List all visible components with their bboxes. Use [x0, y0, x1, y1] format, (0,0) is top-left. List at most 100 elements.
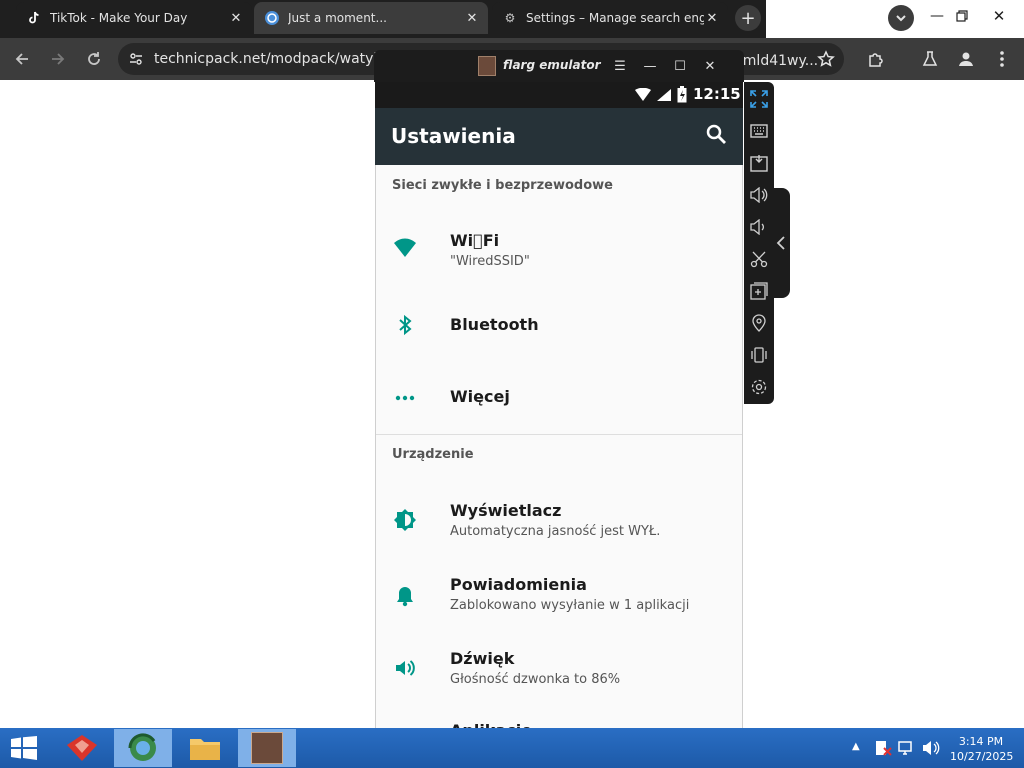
settings-item-display[interactable]: Wyświetlacz Automatyczna jasność jest WY… [376, 483, 742, 557]
store-icon [67, 735, 97, 761]
apk-icon [750, 155, 768, 172]
section-header-device: Urządzenie [392, 447, 474, 462]
settings-item-title: Wyświetlacz [450, 501, 562, 520]
keyboard-icon [750, 124, 768, 138]
gear-icon: ⚙ [504, 11, 516, 25]
settings-item-subtitle: Zablokowano wysyłanie w 1 aplikacji [450, 598, 690, 613]
start-button[interactable] [6, 729, 42, 767]
section-divider [376, 434, 742, 435]
extensions-button[interactable] [862, 45, 890, 73]
wifi-signal-icon [635, 88, 651, 101]
gear-icon [751, 379, 767, 395]
minimize-window-button[interactable]: — [928, 6, 946, 26]
minimize-icon: — [643, 58, 657, 74]
emulator-maximize-button[interactable]: ☐ [669, 56, 691, 76]
emulator-minimize-button[interactable]: — [639, 56, 661, 76]
hamburger-icon: ☰ [614, 58, 626, 74]
tab-tiktok[interactable]: TikTok - Make Your Day ✕ [16, 2, 252, 34]
settings-item-subtitle: Głośność dzwonka to 86% [450, 672, 621, 687]
profile-button[interactable] [952, 45, 980, 73]
volume-down-button[interactable] [748, 216, 770, 238]
wifi-icon [392, 235, 418, 261]
battery-icon [677, 86, 687, 103]
back-button[interactable] [8, 45, 36, 73]
site-info-icon[interactable] [128, 51, 144, 67]
close-window-button[interactable]: ✕ [990, 6, 1008, 26]
install-apk-button[interactable] [748, 152, 770, 174]
maximize-icon: ☐ [674, 58, 686, 74]
scissors-icon [750, 251, 768, 268]
settings-item-notifications[interactable]: Powiadomienia Zablokowano wysyłanie w 1 … [376, 559, 742, 633]
close-icon[interactable]: ✕ [464, 10, 480, 26]
flask-icon [922, 51, 938, 66]
emulator-close-button[interactable]: ✕ [699, 56, 721, 76]
tab-settings[interactable]: ⚙ Settings – Manage search engi ✕ [492, 2, 728, 34]
labs-button[interactable] [916, 45, 944, 73]
bookmark-button[interactable] [812, 45, 840, 73]
search-button[interactable] [705, 123, 731, 149]
tab-search-button[interactable] [888, 5, 914, 31]
tab-title: Just a moment... [288, 11, 387, 25]
volume-up-button[interactable] [748, 184, 770, 206]
new-tab-button[interactable]: + [735, 5, 761, 31]
menu-button[interactable] [988, 45, 1016, 73]
location-button[interactable] [748, 312, 770, 334]
taskbar-time: 3:14 PM [958, 735, 1004, 748]
chevron-left-icon [776, 236, 785, 250]
bluetooth-icon [392, 312, 418, 338]
location-pin-icon [752, 314, 766, 332]
emulator-settings-button[interactable] [748, 376, 770, 398]
avatar-icon [959, 52, 973, 66]
arrow-left-icon [15, 53, 28, 65]
close-icon[interactable]: ✕ [704, 10, 720, 26]
settings-item-bluetooth[interactable]: Bluetooth [376, 290, 742, 360]
action-center-icon[interactable] [874, 740, 892, 756]
star-icon [817, 50, 835, 67]
tray-overflow-button[interactable]: ▲ [852, 741, 860, 752]
tab-title: Settings – Manage search engi [526, 11, 704, 25]
vibrate-icon [751, 347, 767, 363]
settings-list[interactable]: Sieci zwykłe i bezprzewodowe Wi Fi "Wire… [375, 165, 743, 735]
section-header-wireless: Sieci zwykłe i bezprzewodowe [392, 178, 613, 193]
add-window-button[interactable] [748, 280, 770, 302]
keyboard-button[interactable] [748, 120, 770, 142]
close-icon: ✕ [704, 58, 716, 74]
reload-button[interactable] [80, 45, 108, 73]
taskbar-date: 10/27/2025 [950, 750, 1014, 763]
settings-item-wifi[interactable]: Wi Fi "WiredSSID" [376, 211, 742, 285]
tab-just-a-moment[interactable]: Just a moment... ✕ [254, 2, 488, 34]
add-box-icon [750, 282, 768, 300]
shake-button[interactable] [748, 344, 770, 366]
settings-item-sound[interactable]: Dźwięk Głośność dzwonka to 86% [376, 633, 742, 707]
restore-window-button[interactable] [953, 6, 971, 26]
status-time: 12:15 [693, 85, 741, 103]
side-toolbar-collapse-tab[interactable] [772, 188, 790, 298]
windows-logo-icon [11, 736, 37, 760]
settings-item-more[interactable]: Więcej [376, 363, 742, 433]
taskbar-emulator[interactable] [238, 729, 296, 767]
screenshot-button[interactable] [748, 248, 770, 270]
volume-icon [392, 655, 418, 681]
forward-button[interactable] [44, 45, 72, 73]
speaker-icon[interactable] [922, 740, 940, 756]
plus-icon: + [740, 7, 756, 29]
settings-item-subtitle: Automatyczna jasność jest WYŁ. [450, 524, 661, 539]
taskbar-file-explorer[interactable] [180, 729, 230, 767]
taskbar-clock[interactable]: 3:14 PM 10/27/2025 [950, 734, 1014, 764]
taskbar-app-store[interactable] [58, 729, 106, 767]
tiktok-icon [26, 10, 42, 26]
search-icon [706, 124, 726, 144]
emulator-app-icon [251, 732, 283, 764]
bell-icon [392, 583, 418, 609]
emulator-menu-button[interactable]: ☰ [609, 56, 631, 76]
network-icon[interactable] [898, 740, 916, 756]
more-vert-icon [1000, 51, 1004, 67]
emulator-name: flarg emulator [503, 58, 601, 72]
fullscreen-button[interactable] [748, 88, 770, 110]
close-icon[interactable]: ✕ [228, 10, 244, 26]
loading-icon [264, 10, 280, 26]
taskbar-browser[interactable] [114, 729, 172, 767]
settings-item-title: Wi Fi [450, 231, 500, 250]
settings-item-subtitle: "WiredSSID" [450, 254, 530, 269]
fullscreen-icon [750, 90, 768, 108]
